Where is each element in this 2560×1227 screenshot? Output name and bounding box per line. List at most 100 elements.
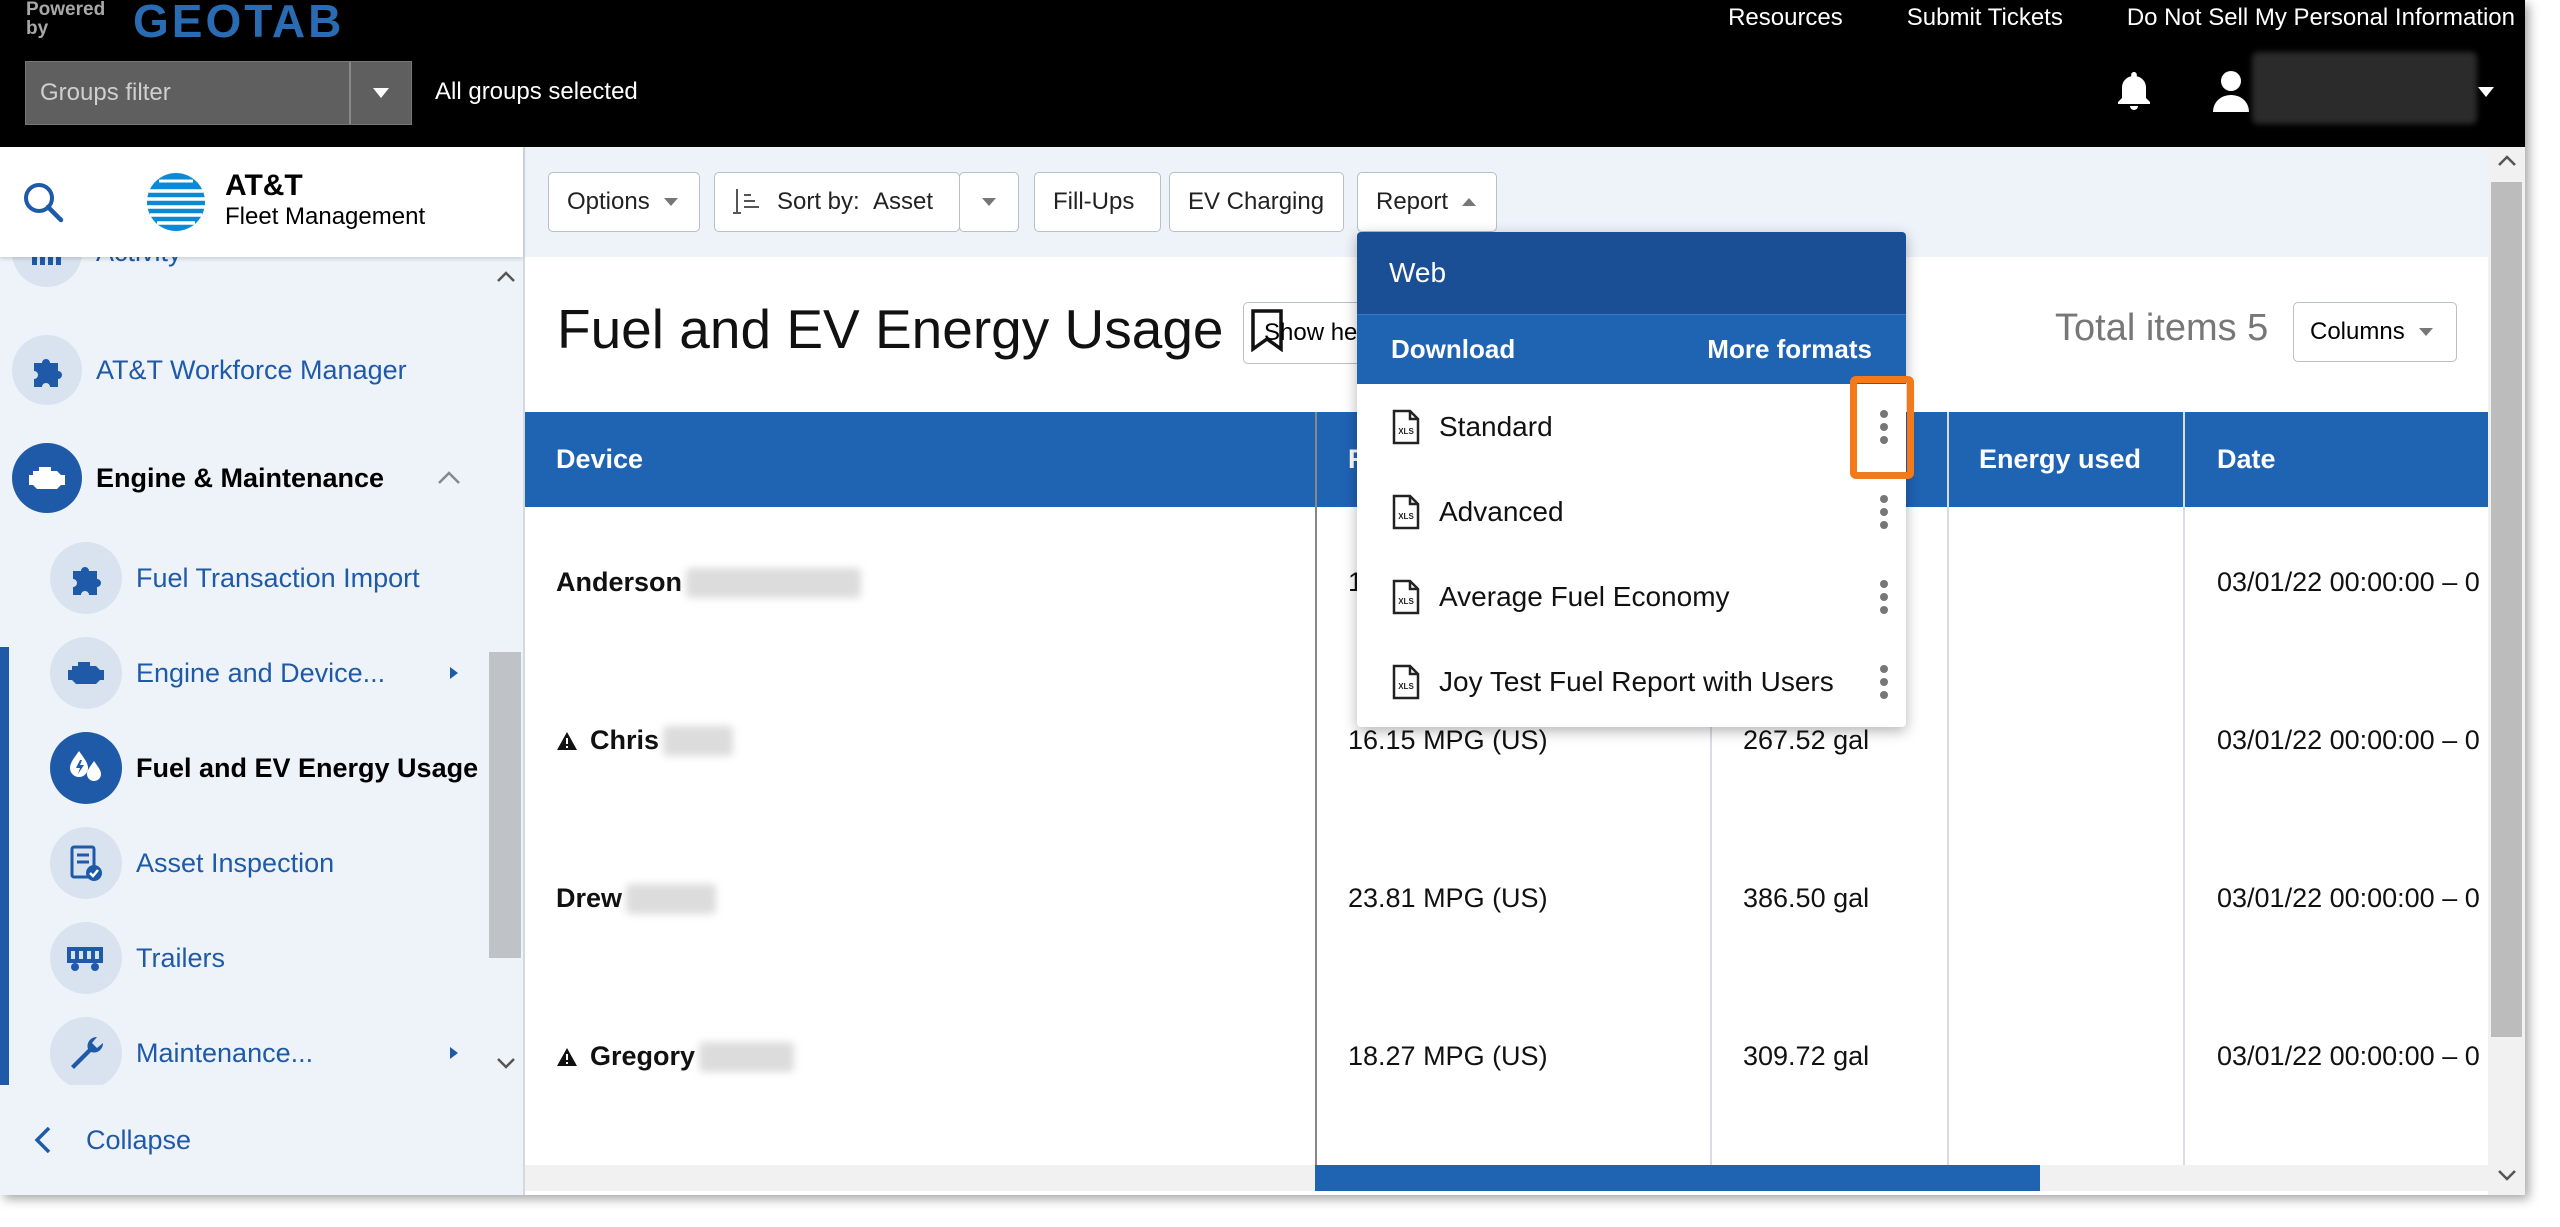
column-divider — [1947, 412, 1949, 1172]
xls-badge: XLS — [1398, 682, 1414, 691]
sort-button[interactable]: Sort by: Asset — [714, 172, 960, 232]
sidebar-item-fuel-transaction-import[interactable]: Fuel Transaction Import — [50, 542, 420, 614]
table-row[interactable]: Drew — [556, 883, 717, 914]
sidebar-menu: Activity AT&T Workforce Manager Engine &… — [0, 257, 486, 1085]
page-title-text: Fuel and EV Energy Usage — [557, 298, 1224, 360]
horizontal-scroll-thumb[interactable] — [1315, 1165, 2040, 1191]
chevron-right-icon — [450, 667, 458, 679]
chevron-up-icon — [1462, 198, 1477, 206]
sidebar-item-label: Trailers — [136, 942, 226, 973]
scroll-down-icon[interactable] — [496, 1057, 516, 1069]
user-icon[interactable] — [2213, 70, 2249, 117]
scroll-down-icon[interactable] — [2497, 1169, 2517, 1181]
fuel-cell: 267.52 gal — [1743, 725, 1870, 755]
sort-dropdown-button[interactable] — [959, 172, 1019, 232]
engine-icon — [50, 637, 122, 709]
sidebar-item-maintenance[interactable]: Maintenance... — [50, 1017, 458, 1085]
column-energy-used[interactable]: Energy used — [1979, 412, 2141, 507]
fuel-cell: 386.50 gal — [1743, 883, 1870, 913]
device-name: Drew — [556, 883, 623, 913]
sidebar-item-activity[interactable]: Activity — [12, 257, 182, 287]
report-item-standard[interactable]: XLS Standard — [1357, 384, 1906, 469]
collapse-label: Collapse — [86, 1124, 192, 1155]
report-item-advanced[interactable]: XLS Advanced — [1357, 469, 1906, 554]
sidebar-item-fuel-ev-energy-usage[interactable]: Fuel and EV Energy Usage — [50, 732, 478, 804]
chevron-up-icon — [438, 471, 460, 484]
report-item-joy-test[interactable]: XLS Joy Test Fuel Report with Users — [1357, 639, 1906, 724]
chevron-left-icon — [34, 1126, 51, 1154]
xls-file-icon: XLS — [1392, 409, 1420, 444]
column-date[interactable]: Date — [2217, 412, 2276, 507]
groups-filter-dropdown-button[interactable] — [349, 62, 411, 124]
geotab-logo: GEOTAB — [133, 0, 345, 47]
table-row[interactable]: Chris — [556, 725, 734, 756]
sidebar-item-label: Engine & Maintenance — [96, 462, 385, 493]
powered-by-label: Powered by — [26, 0, 106, 39]
sidebar-item-engine-device[interactable]: Engine and Device... — [50, 637, 458, 709]
notifications-bell-icon[interactable] — [2115, 70, 2153, 117]
more-options-icon[interactable] — [1880, 579, 1888, 614]
sidebar-item-label: Fuel and EV Energy Usage — [136, 752, 479, 783]
economy-cell: 18.27 MPG (US) — [1348, 1041, 1548, 1071]
sidebar-scroll-thumb[interactable] — [489, 652, 521, 958]
submenu-indicator — [0, 647, 9, 1085]
column-device[interactable]: Device — [556, 412, 643, 507]
sort-value: Asset — [873, 188, 934, 215]
do-not-sell-link[interactable]: Do Not Sell My Personal Information — [2127, 4, 2515, 32]
report-item-average-fuel-economy[interactable]: XLS Average Fuel Economy — [1357, 554, 1906, 639]
columns-button[interactable]: Columns — [2293, 302, 2457, 362]
top-links: Resources Submit Tickets Do Not Sell My … — [1728, 4, 2515, 32]
redacted-text — [699, 1041, 795, 1072]
user-menu-chevron-icon[interactable] — [2478, 84, 2494, 102]
groups-filter[interactable]: Groups filter — [25, 61, 412, 125]
resources-link[interactable]: Resources — [1728, 4, 1843, 32]
warning-icon — [557, 731, 577, 750]
fill-ups-button[interactable]: Fill-Ups — [1034, 172, 1161, 232]
sidebar-item-trailers[interactable]: Trailers — [50, 922, 225, 994]
device-name: Gregory — [590, 1041, 696, 1071]
fuel-cell: 309.72 gal — [1743, 1041, 1870, 1071]
more-options-icon[interactable] — [1880, 664, 1888, 699]
table-row[interactable]: Anderson — [556, 567, 862, 598]
report-menu-web[interactable]: Web — [1357, 232, 1906, 314]
sidebar: AT&T Fleet Management Activity AT&T Work… — [0, 147, 525, 1195]
economy-cell: 23.81 MPG (US) — [1348, 883, 1548, 913]
sidebar-item-workforce-manager[interactable]: AT&T Workforce Manager — [12, 335, 407, 405]
highlight-box — [1850, 376, 1914, 479]
chevron-down-icon — [373, 88, 389, 98]
redacted-text — [686, 567, 862, 598]
more-options-icon[interactable] — [1880, 494, 1888, 529]
options-label: Options — [567, 188, 650, 215]
table-row[interactable]: Gregory — [556, 1041, 795, 1072]
report-button[interactable]: Report — [1357, 172, 1497, 232]
date-cell: 03/01/22 00:00:00 – 0 — [2217, 883, 2480, 913]
att-globe-logo — [145, 171, 207, 238]
sidebar-header: AT&T Fleet Management — [0, 147, 523, 257]
sidebar-item-label: Fuel Transaction Import — [136, 562, 420, 593]
wrench-icon — [50, 1017, 122, 1085]
scroll-up-icon[interactable] — [2497, 155, 2517, 167]
report-menu: Web Download More formats XLS Standard X… — [1357, 232, 1906, 727]
xls-file-icon: XLS — [1392, 664, 1420, 699]
user-name-redacted[interactable] — [2252, 52, 2477, 124]
vertical-scroll-thumb[interactable] — [2491, 182, 2522, 1037]
submit-tickets-link[interactable]: Submit Tickets — [1907, 4, 2063, 32]
total-items: Total items 5 — [2055, 307, 2269, 349]
xls-badge: XLS — [1398, 597, 1414, 606]
sidebar-item-asset-inspection[interactable]: Asset Inspection — [50, 827, 334, 899]
sort-by-label: Sort by: — [777, 188, 860, 215]
groups-filter-input[interactable]: Groups filter — [26, 62, 349, 124]
column-divider — [2183, 412, 2185, 1172]
options-button[interactable]: Options — [548, 172, 700, 232]
sidebar-item-engine-maintenance[interactable]: Engine & Maintenance — [12, 443, 460, 513]
ev-charging-button[interactable]: EV Charging — [1169, 172, 1344, 232]
more-formats-link[interactable]: More formats — [1707, 334, 1872, 365]
scroll-up-icon[interactable] — [496, 271, 516, 283]
columns-label: Columns — [2310, 318, 2405, 345]
collapse-button[interactable]: Collapse — [0, 1085, 523, 1195]
device-name: Anderson — [556, 567, 683, 597]
search-icon[interactable] — [22, 181, 64, 228]
xls-file-icon: XLS — [1392, 579, 1420, 614]
groups-status: All groups selected — [435, 78, 638, 105]
inspection-icon — [50, 827, 122, 899]
